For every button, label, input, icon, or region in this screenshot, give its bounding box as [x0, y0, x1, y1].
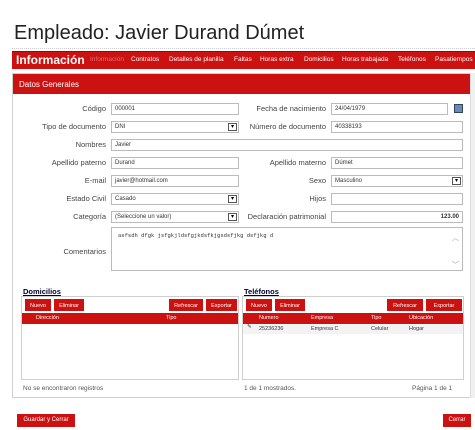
cerrar-button[interactable]: Cerrar	[443, 414, 471, 427]
hijos-field[interactable]	[331, 193, 463, 205]
apellido-paterno-label: Apellido paterno	[51, 158, 106, 167]
vertical-scrollbar[interactable]	[470, 73, 475, 398]
sexo-label: Sexo	[308, 176, 326, 185]
domicilios-refrescar-button[interactable]: Refrescar	[168, 298, 204, 312]
telefonos-toolbar: Nuevo Eliminar Refrescar Exportar	[243, 297, 463, 313]
tab-bar: Información Información Contratos Detall…	[12, 51, 475, 69]
domicilios-toolbar: Nuevo Eliminar Refrescar Exportar	[22, 297, 238, 313]
tab-horas-trabajada[interactable]: Horas trabajada	[342, 56, 388, 63]
tipo-documento-select[interactable]: DNI ▾	[111, 121, 239, 133]
domicilios-grid: Nuevo Eliminar Refrescar Exportar Direcc…	[21, 296, 239, 380]
tab-detalles-planilla[interactable]: Detalles de planilla	[169, 56, 224, 63]
divider	[12, 48, 475, 49]
estado-civil-select[interactable]: Casado ▾	[111, 193, 239, 205]
telefonos-refrescar-button[interactable]: Refrescar	[386, 298, 424, 312]
calendar-icon[interactable]	[454, 104, 463, 113]
row-tipo: Celular	[371, 326, 389, 332]
chevron-down-icon: ▾	[452, 177, 461, 185]
telefonos-footer-count: 1 de 1 mostrados.	[244, 385, 297, 392]
edit-icon[interactable]: ✎	[247, 324, 252, 330]
telefonos-exportar-button[interactable]: Exportar	[425, 298, 463, 312]
datos-generales-panel: Datos Generales Código 000001 Fecha de n…	[12, 73, 471, 398]
domicilios-header: Domicilios	[23, 287, 61, 296]
codigo-label: Código	[82, 104, 106, 113]
email-field[interactable]: javier@hotmail.com	[111, 175, 239, 187]
tipo-documento-label: Tipo de documento	[42, 122, 106, 131]
tipo-documento-value: DNI	[115, 124, 126, 130]
categoria-value: (Seleccione un valor)	[115, 214, 172, 220]
scroll-up-icon[interactable]: ︿	[452, 233, 459, 243]
telefonos-grid: Nuevo Eliminar Refrescar Exportar Numero…	[242, 296, 464, 380]
tab-bar-title: Información	[16, 53, 85, 67]
scroll-down-icon[interactable]: ﹀	[452, 260, 459, 270]
domicilios-exportar-button[interactable]: Exportar	[205, 298, 238, 312]
row-numero: 25236236	[259, 326, 284, 332]
categoria-select[interactable]: (Seleccione un valor) ▾	[111, 211, 239, 223]
fecha-nacimiento-field[interactable]: 24/04/1979	[331, 103, 448, 115]
chevron-down-icon: ▾	[228, 123, 237, 131]
tab-horas-extra[interactable]: Horas extra	[260, 56, 294, 63]
comentarios-text: asfsdh dfgk jsfgkjldsfgjkdsfkjgsdsfjkg d…	[118, 232, 274, 239]
comentarios-label: Comentarios	[63, 247, 106, 256]
apellido-materno-field[interactable]: Dúmet	[331, 157, 463, 169]
column-header-numero[interactable]: Numero	[259, 315, 279, 321]
estado-civil-value: Casado	[115, 196, 136, 202]
column-header-tipo[interactable]: Tipo	[371, 315, 382, 321]
telefonos-nuevo-button[interactable]: Nuevo	[245, 298, 273, 312]
domicilios-eliminar-button[interactable]: Eliminar	[53, 298, 85, 312]
tab-telefonos[interactable]: Teléfonos	[398, 56, 426, 63]
column-header-tipo[interactable]: Tipo	[166, 315, 177, 321]
domicilios-footer: No se encontraron registros	[23, 385, 104, 392]
declaracion-patrimonial-field[interactable]: 123.00	[331, 211, 463, 223]
comentarios-textarea[interactable]: asfsdh dfgk jsfgkjldsfgjkdsfkjgsdsfjkg d…	[111, 227, 463, 271]
column-header-direccion[interactable]: Dirección	[36, 315, 59, 321]
apellido-materno-label: Apellido materno	[269, 158, 326, 167]
employee-window: Empleado: Javier Durand Dúmet Informació…	[0, 0, 475, 430]
tab-pasatiempos[interactable]: Pasatiempos	[435, 56, 473, 63]
tab-domicilios[interactable]: Domicilios	[304, 56, 334, 63]
telefonos-header: Teléfonos	[244, 287, 279, 296]
sexo-value: Masculino	[335, 178, 363, 184]
nombres-field[interactable]: Javier	[111, 139, 463, 151]
chevron-down-icon: ▾	[228, 195, 237, 203]
tab-informacion[interactable]: Información	[90, 56, 124, 63]
declaracion-patrimonial-label: Declaración patrimonial	[247, 212, 326, 221]
numero-documento-label: Número de documento	[249, 122, 326, 131]
telefonos-footer-page: Página 1 de 1	[412, 385, 453, 392]
row-ubicacion: Hogar	[409, 326, 424, 332]
fecha-nacimiento-label: Fecha de nacimiento	[256, 104, 326, 113]
telefonos-column-header: Numero Empresa Tipo Ubicación	[243, 313, 463, 324]
apellido-paterno-field[interactable]: Durand	[111, 157, 239, 169]
email-label: E-mail	[84, 176, 106, 185]
page-title: Empleado: Javier Durand Dúmet	[14, 22, 305, 44]
sexo-select[interactable]: Masculino ▾	[331, 175, 463, 187]
telefonos-eliminar-button[interactable]: Eliminar	[274, 298, 306, 312]
tab-contratos[interactable]: Contratos	[131, 56, 159, 63]
domicilios-column-header: Dirección Tipo	[22, 313, 238, 324]
hijos-label: Hijos	[309, 194, 326, 203]
categoria-label: Categoría	[73, 212, 106, 221]
table-row[interactable]: ✎ 25236236 Empresa C Celular Hogar	[243, 324, 463, 334]
column-header-ubicacion[interactable]: Ubicación	[409, 315, 433, 321]
row-empresa: Empresa C	[311, 326, 339, 332]
codigo-field[interactable]: 000001	[111, 103, 239, 115]
column-header-empresa[interactable]: Empresa	[311, 315, 333, 321]
domicilios-nuevo-button[interactable]: Nuevo	[24, 298, 52, 312]
numero-documento-field[interactable]: 40338193	[331, 121, 463, 133]
guardar-cerrar-button[interactable]: Guardar y Cerrar	[17, 414, 75, 427]
estado-civil-label: Estado Civil	[66, 194, 106, 203]
panel-title: Datos Generales	[13, 74, 470, 94]
tab-faltas[interactable]: Faltas	[234, 56, 252, 63]
nombres-label: Nombres	[75, 140, 106, 149]
